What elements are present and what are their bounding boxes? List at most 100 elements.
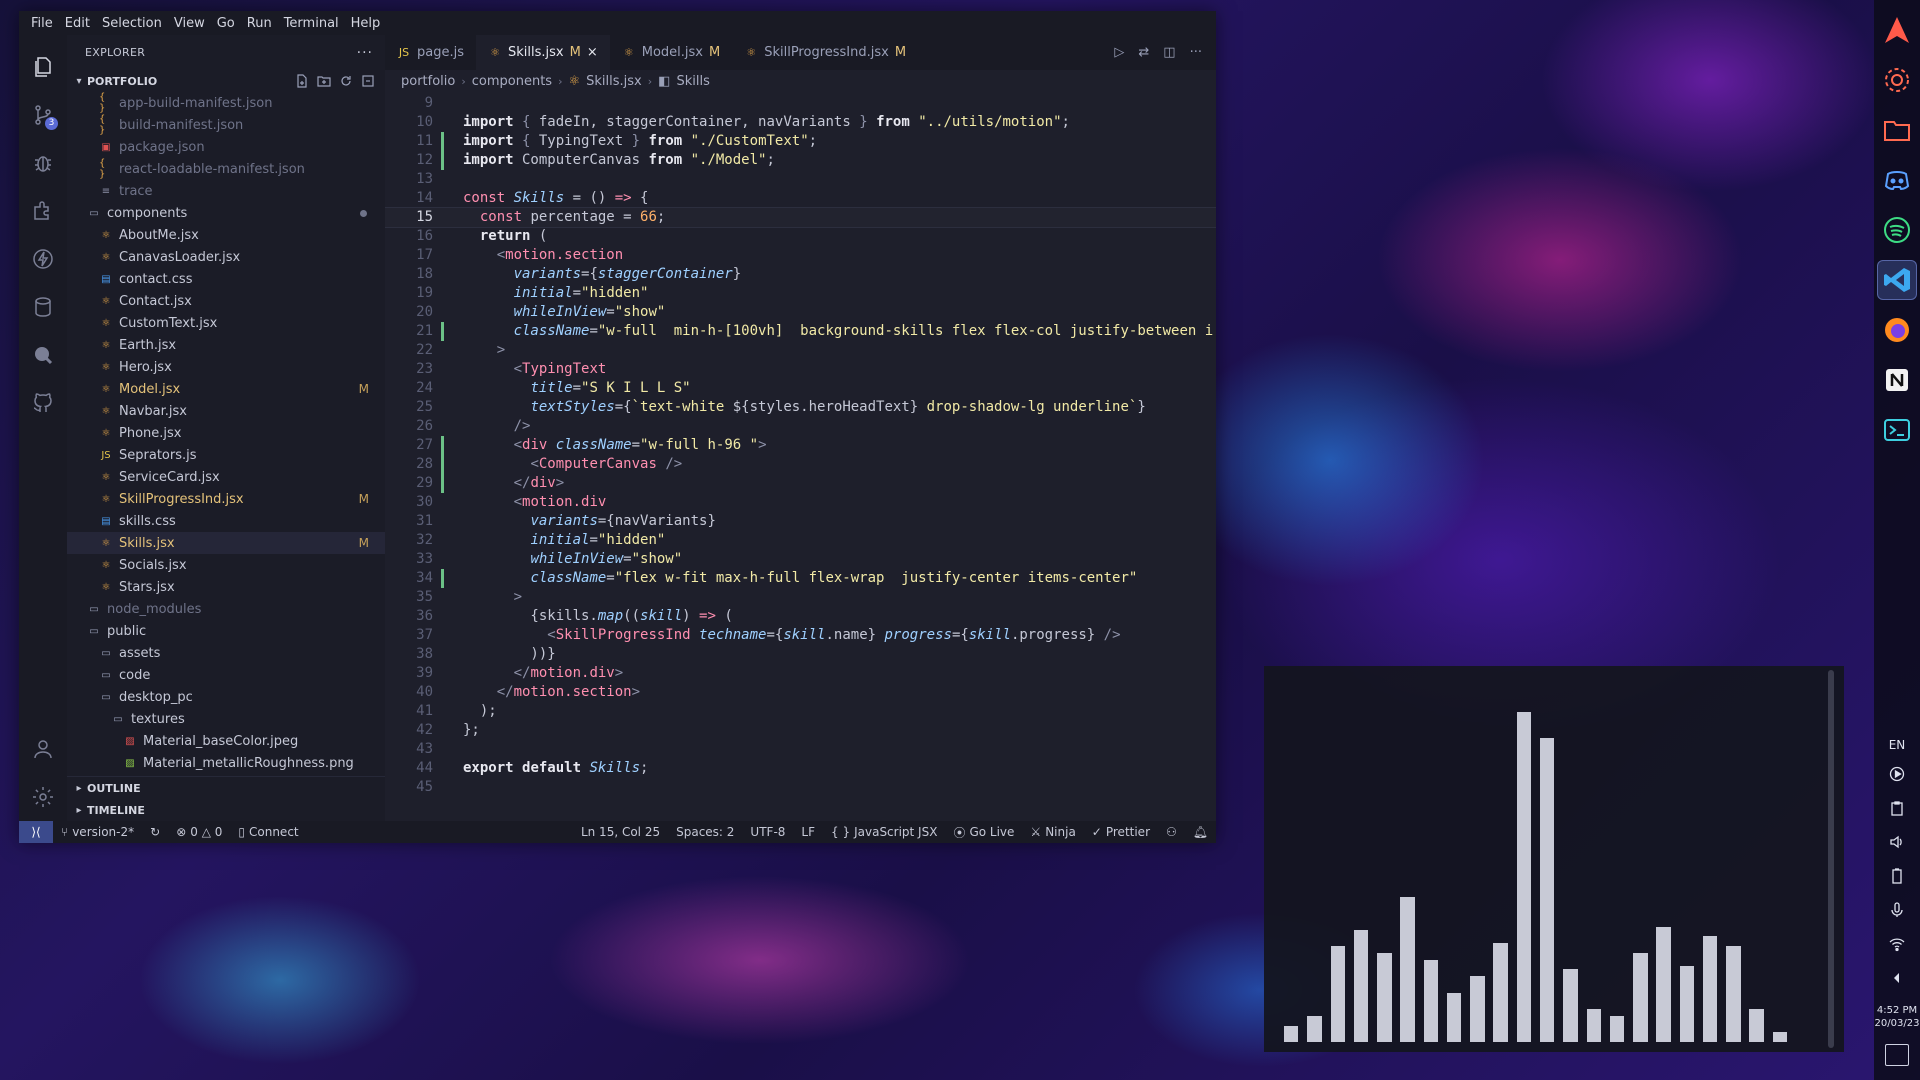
file-item[interactable]: ▤ skills.css [67,510,385,532]
code-line[interactable]: 14 const Skills = () => { [385,189,1216,208]
code-line[interactable]: 38 ))} [385,645,1216,664]
run-icon[interactable]: ▷ [1114,45,1124,60]
file-item[interactable]: ▨ Material_metallicRoughness.png [67,752,385,774]
firefox-icon[interactable] [1877,310,1917,350]
folder-item[interactable]: ▭ assets [67,642,385,664]
end-of-line[interactable]: LF [793,824,823,841]
code-line[interactable]: 36 {skills.map((skill) => ( [385,607,1216,626]
code-line[interactable]: 41 ); [385,702,1216,721]
folder-item[interactable]: ▭ textures [67,708,385,730]
menu-help[interactable]: Help [345,16,387,31]
breadcrumb-item[interactable]: portfolio [401,74,455,89]
menu-file[interactable]: File [25,16,59,31]
github-icon[interactable] [19,379,67,427]
code-line[interactable]: 15 const percentage = 66; [385,207,1216,228]
file-item[interactable]: ≡ trace [67,180,385,202]
code-line[interactable]: 33 whileInView="show" [385,550,1216,569]
settings-gear-icon[interactable] [19,773,67,821]
clock[interactable]: 4:52 PM 20/03/23 [1875,1004,1920,1030]
code-line[interactable]: 13 [385,170,1216,189]
wifi-icon[interactable] [1889,936,1905,956]
prettier-status[interactable]: ✓ Prettier [1084,824,1158,841]
explorer-icon[interactable] [19,43,67,91]
code-line[interactable]: 10 import { fadeIn, staggerContainer, nav… [385,113,1216,132]
battery-icon[interactable] [1889,868,1905,888]
folder-item[interactable]: ▭ public [67,620,385,642]
menu-run[interactable]: Run [241,16,278,31]
code-line[interactable]: 43 [385,740,1216,759]
file-item[interactable]: ⚛ ServiceCard.jsx [67,466,385,488]
live-share-icon[interactable]: ⚇ [1158,824,1185,841]
scrollbar[interactable] [1828,670,1834,1048]
code-line[interactable]: 39 </motion.div> [385,664,1216,683]
menu-selection[interactable]: Selection [96,16,168,31]
settings-gear-icon[interactable] [1877,60,1917,100]
code-line[interactable]: 40 </motion.section> [385,683,1216,702]
code-line[interactable]: 32 initial="hidden" [385,531,1216,550]
code-line[interactable]: 24 title="S K I L L S" [385,379,1216,398]
code-line[interactable]: 31 variants={navVariants} [385,512,1216,531]
file-item[interactable]: ⚛ Earth.jsx [67,334,385,356]
code-line[interactable]: 28 <ComputerCanvas /> [385,455,1216,474]
terminal-icon[interactable] [1877,410,1917,450]
branch-status[interactable]: ⑂ version-2* [53,825,142,839]
code-line[interactable]: 35 > [385,588,1216,607]
code-line[interactable]: 18 variants={staggerContainer} [385,265,1216,284]
file-item[interactable]: ⚛ Skills.jsx M [67,532,385,554]
connect-status[interactable]: ▯ Connect [230,825,306,839]
code-line[interactable]: 45 [385,778,1216,797]
remote-icon[interactable]: ⟩⟨ [19,821,53,843]
menu-go[interactable]: Go [211,16,241,31]
menu-edit[interactable]: Edit [59,16,96,31]
folder-item[interactable]: ▭ components [67,202,385,224]
timeline-section-header[interactable]: ▸ TIMELINE [67,799,385,821]
tab-model-jsx[interactable]: ⚛ Model.jsx M [610,35,732,70]
spotify-icon[interactable] [1877,210,1917,250]
folder-item[interactable]: ▭ desktop_pc [67,686,385,708]
new-file-icon[interactable] [295,74,309,88]
file-item[interactable]: ⚛ Hero.jsx [67,356,385,378]
discord-icon[interactable] [1877,160,1917,200]
split-editor-icon[interactable]: ◫ [1163,45,1175,60]
menu-terminal[interactable]: Terminal [278,16,345,31]
bell-icon[interactable]: 🔔︎ [1185,824,1216,841]
compare-changes-icon[interactable]: ⇄ [1138,45,1149,60]
vscode-icon[interactable] [1877,260,1917,300]
file-item[interactable]: ▨ Material_baseColor.jpeg [67,730,385,752]
code-line[interactable]: 11 import { TypingText } from "./CustomTe… [385,132,1216,151]
file-item[interactable]: ⚛ CustomText.jsx [67,312,385,334]
breadcrumb-item[interactable]: Skills.jsx [586,74,642,89]
code-line[interactable]: 27 <div className="w-full h-96 "> [385,436,1216,455]
file-item[interactable]: ▣ package.json [67,136,385,158]
tab-page-js[interactable]: JS page.js [385,35,476,70]
more-actions-icon[interactable]: ··· [1190,45,1202,60]
source-control-icon[interactable]: 3 [19,91,67,139]
code-line[interactable]: 22 > [385,341,1216,360]
breadcrumb-item[interactable]: Skills [676,74,709,89]
file-item[interactable]: { } react-loadable-manifest.json [67,158,385,180]
search-q-icon[interactable] [19,331,67,379]
code-line[interactable]: 17 <motion.section [385,246,1216,265]
media-play-icon[interactable] [1889,766,1905,786]
microphone-icon[interactable] [1889,902,1905,922]
code-line[interactable]: 25 textStyles={`text-white ${styles.hero… [385,398,1216,417]
file-item[interactable]: ⚛ AboutMe.jsx [67,224,385,246]
code-line[interactable]: 21 className="w-full min-h-[100vh] backg… [385,322,1216,341]
indentation[interactable]: Spaces: 2 [668,824,742,841]
code-line[interactable]: 12 import ComputerCanvas from "./Model"; [385,151,1216,170]
language-mode[interactable]: { } JavaScript JSX [823,824,945,841]
code-line[interactable]: 23 <TypingText [385,360,1216,379]
collapse-all-icon[interactable] [361,74,375,88]
outline-section-header[interactable]: ▸ OUTLINE [67,777,385,799]
file-item[interactable]: ⚛ Navbar.jsx [67,400,385,422]
extensions-icon[interactable] [19,187,67,235]
close-icon[interactable]: × [587,45,598,60]
sync-icon[interactable]: ↻ [142,825,168,839]
file-item[interactable]: ⚛ Phone.jsx [67,422,385,444]
database-icon[interactable] [19,283,67,331]
code-line[interactable]: 37 <SkillProgressInd techname={skill.nam… [385,626,1216,645]
code-line[interactable]: 42}; [385,721,1216,740]
file-item[interactable]: ▤ contact.css [67,268,385,290]
file-item[interactable]: ⚛ CanavasLoader.jsx [67,246,385,268]
file-item[interactable]: { } app-build-manifest.json [67,92,385,114]
